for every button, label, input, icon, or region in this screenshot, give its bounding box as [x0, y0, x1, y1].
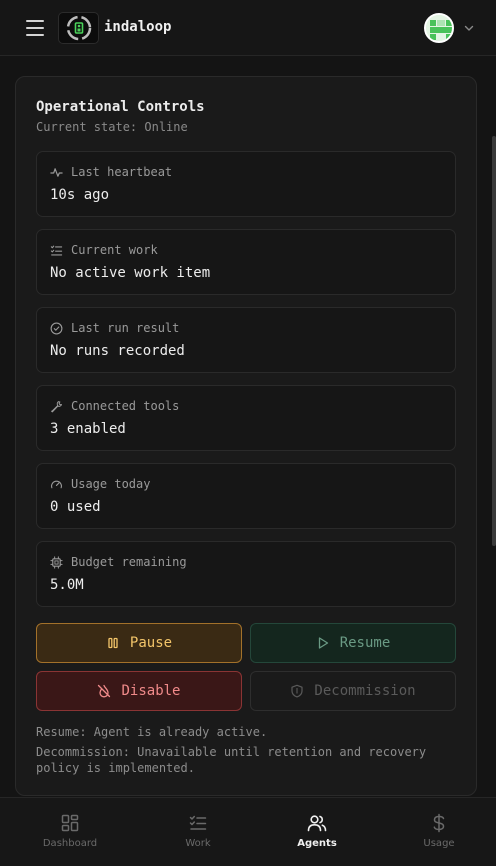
user-avatar-icon	[426, 15, 452, 41]
brand-logo[interactable]	[58, 12, 99, 44]
decommission-label: Decommission	[314, 683, 416, 699]
resume-label: Resume	[339, 635, 391, 651]
disable-button[interactable]: Disable	[36, 671, 242, 711]
resume-note: Resume: Agent is already active.	[36, 725, 268, 739]
hamburger-line	[26, 34, 44, 36]
scrollbar[interactable]	[492, 136, 496, 546]
menu-button[interactable]	[24, 18, 46, 38]
logo-icon	[66, 15, 91, 41]
chip-icon	[50, 556, 63, 569]
list-checks-icon	[50, 245, 63, 256]
avatar[interactable]	[424, 13, 454, 43]
nav-work[interactable]: Work	[136, 798, 260, 866]
nav-usage[interactable]: Usage	[377, 798, 496, 866]
stat-label: Current work	[71, 243, 158, 257]
stat-value: 0 used	[50, 499, 101, 515]
nav-label: Work	[185, 838, 211, 849]
disable-label: Disable	[121, 683, 181, 699]
stat-usage-today: Usage today 0 used	[36, 463, 456, 529]
stat-current-work: Current work No active work item	[36, 229, 456, 295]
pause-button[interactable]: Pause	[36, 623, 242, 663]
stat-connected-tools: Connected tools 3 enabled	[36, 385, 456, 451]
stat-value: No runs recorded	[50, 343, 185, 359]
stat-budget-remaining: Budget remaining 5.0M	[36, 541, 456, 607]
activity-icon	[50, 168, 63, 177]
shield-icon	[291, 684, 304, 698]
pause-label: Pause	[129, 635, 173, 651]
flame-off-icon	[98, 684, 111, 698]
users-icon	[307, 815, 327, 832]
decommission-button[interactable]: Decommission	[250, 671, 456, 711]
play-icon	[318, 637, 328, 649]
nav-dashboard[interactable]: Dashboard	[8, 798, 132, 866]
wrench-icon	[51, 401, 63, 413]
nav-label: Usage	[423, 838, 455, 849]
stat-label: Connected tools	[71, 399, 180, 413]
stat-value: 10s ago	[50, 187, 110, 203]
stat-label: Budget remaining	[71, 555, 187, 569]
stat-value: 3 enabled	[50, 421, 126, 437]
nav-label: Dashboard	[42, 838, 98, 849]
stat-value: 5.0M	[50, 577, 84, 593]
hamburger-line	[26, 20, 44, 22]
brand-name: indaloop	[104, 19, 172, 35]
nav-label: Agents	[297, 838, 337, 849]
top-app-bar: indaloop	[0, 0, 496, 56]
stat-last-run-result: Last run result No runs recorded	[36, 307, 456, 373]
nav-agents[interactable]: Agents	[255, 798, 379, 866]
decommission-note: Decommission: Unavailable until retentio…	[36, 745, 427, 775]
card-title: Operational Controls	[36, 99, 205, 115]
hamburger-line	[26, 27, 44, 29]
resume-button[interactable]: Resume	[250, 623, 456, 663]
check-circle-icon	[50, 322, 63, 335]
dashboard-icon	[61, 814, 79, 832]
current-state: Current state: Online	[36, 120, 188, 134]
dollar-icon	[433, 813, 445, 833]
stat-label: Last run result	[71, 321, 180, 335]
gauge-icon	[51, 480, 62, 489]
stat-value: No active work item	[50, 265, 211, 281]
stat-last-heartbeat: Last heartbeat 10s ago	[36, 151, 456, 217]
stat-label: Last heartbeat	[71, 165, 173, 179]
stat-label: Usage today	[71, 477, 151, 491]
chevron-down-icon	[464, 25, 474, 31]
operational-controls-card: Operational Controls Current state: Onli…	[15, 76, 477, 796]
bottom-navigation: Dashboard Work Agents Usage	[0, 797, 496, 866]
pause-icon	[108, 637, 118, 649]
list-checks-icon	[189, 815, 207, 830]
account-menu[interactable]	[424, 13, 474, 43]
